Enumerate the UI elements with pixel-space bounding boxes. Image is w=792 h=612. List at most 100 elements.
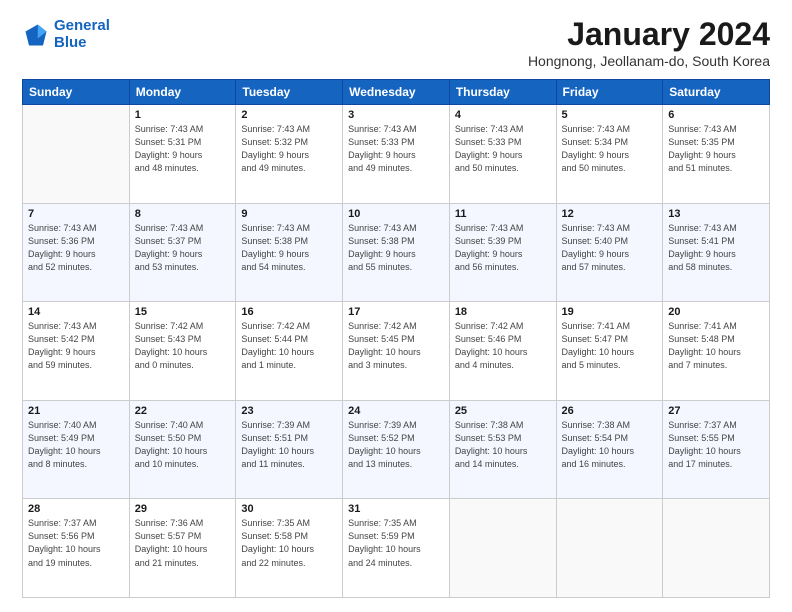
day-number: 8 [135,208,231,220]
day-number: 7 [28,208,124,220]
day-number: 27 [668,405,764,417]
calendar-cell: 13Sunrise: 7:43 AM Sunset: 5:41 PM Dayli… [663,203,770,302]
calendar-cell: 19 Sunrise: 7:41 AM Sunset: 5:47 PM Dayli… [556,302,663,401]
day-number: 14 [28,306,124,318]
day-info: Sunrise: 7:43 AM Sunset: 5:31 PM Dayligh… [135,123,231,175]
day-info: Sunrise: 7:43 AM Sunset: 5:38 PM Dayligh… [348,222,444,274]
day-info: Sunrise: 7:43 AM Sunset: 5:35 PM Dayligh… [668,123,764,175]
day-number: 18 [455,306,551,318]
week-row-4: 21Sunrise: 7:40 AM Sunset: 5:49 PM Dayli… [23,400,770,499]
day-info: Sunrise: 7:41 AM Sunset: 5:47 PM Dayligh… [562,320,658,372]
calendar-cell: 12Sunrise: 7:43 AM Sunset: 5:40 PM Dayli… [556,203,663,302]
day-number: 20 [668,306,764,318]
calendar-cell: 11Sunrise: 7:43 AM Sunset: 5:39 PM Dayli… [449,203,556,302]
calendar-cell: 15 Sunrise: 7:42 AM Sunset: 5:43 PM Dayli… [129,302,236,401]
day-info: Sunrise: 7:35 AM Sunset: 5:58 PM Dayligh… [241,517,337,569]
day-number: 1 [135,109,231,121]
day-info: Sunrise: 7:43 AM Sunset: 5:33 PM Dayligh… [348,123,444,175]
calendar-cell: 28Sunrise: 7:37 AM Sunset: 5:56 PM Dayli… [23,499,130,598]
day-number: 29 [135,503,231,515]
header-row: Sunday Monday Tuesday Wednesday Thursday… [23,80,770,105]
calendar-cell: 14 Sunrise: 7:43 AM Sunset: 5:42 PM Dayli… [23,302,130,401]
day-number: 26 [562,405,658,417]
calendar-cell: 4Sunrise: 7:43 AM Sunset: 5:33 PM Daylig… [449,105,556,204]
col-wednesday: Wednesday [343,80,450,105]
calendar-cell: 8Sunrise: 7:43 AM Sunset: 5:37 PM Daylig… [129,203,236,302]
logo-icon [22,21,50,49]
week-row-5: 28Sunrise: 7:37 AM Sunset: 5:56 PM Dayli… [23,499,770,598]
calendar-cell: 22Sunrise: 7:40 AM Sunset: 5:50 PM Dayli… [129,400,236,499]
day-info: Sunrise: 7:40 AM Sunset: 5:50 PM Dayligh… [135,419,231,471]
day-info: Sunrise: 7:42 AM Sunset: 5:46 PM Dayligh… [455,320,551,372]
day-number: 24 [348,405,444,417]
header: General Blue January 2024 Hongnong, Jeol… [22,18,770,69]
calendar-cell: 26Sunrise: 7:38 AM Sunset: 5:54 PM Dayli… [556,400,663,499]
logo-line1: General [54,17,110,34]
day-number: 30 [241,503,337,515]
col-thursday: Thursday [449,80,556,105]
week-row-1: 1 Sunrise: 7:43 AM Sunset: 5:31 PM Daylig… [23,105,770,204]
calendar-table: Sunday Monday Tuesday Wednesday Thursday… [22,79,770,598]
day-number: 16 [241,306,337,318]
day-info: Sunrise: 7:38 AM Sunset: 5:53 PM Dayligh… [455,419,551,471]
day-info: Sunrise: 7:43 AM Sunset: 5:36 PM Dayligh… [28,222,124,274]
calendar-cell: 20 Sunrise: 7:41 AM Sunset: 5:48 PM Dayli… [663,302,770,401]
calendar-cell [663,499,770,598]
day-number: 5 [562,109,658,121]
location: Hongnong, Jeollanam-do, South Korea [528,53,770,69]
col-sunday: Sunday [23,80,130,105]
day-info: Sunrise: 7:42 AM Sunset: 5:44 PM Dayligh… [241,320,337,372]
calendar-cell: 31 Sunrise: 7:35 AM Sunset: 5:59 PM Dayli… [343,499,450,598]
day-number: 25 [455,405,551,417]
day-number: 15 [135,306,231,318]
day-info: Sunrise: 7:37 AM Sunset: 5:55 PM Dayligh… [668,419,764,471]
title-block: January 2024 Hongnong, Jeollanam-do, Sou… [528,18,770,69]
month-title: January 2024 [528,18,770,50]
calendar-cell: 24 Sunrise: 7:39 AM Sunset: 5:52 PM Dayli… [343,400,450,499]
calendar-cell: 16 Sunrise: 7:42 AM Sunset: 5:44 PM Dayli… [236,302,343,401]
calendar-cell [23,105,130,204]
day-info: Sunrise: 7:41 AM Sunset: 5:48 PM Dayligh… [668,320,764,372]
day-info: Sunrise: 7:39 AM Sunset: 5:51 PM Dayligh… [241,419,337,471]
day-number: 31 [348,503,444,515]
calendar-cell: 7 Sunrise: 7:43 AM Sunset: 5:36 PM Daylig… [23,203,130,302]
day-info: Sunrise: 7:37 AM Sunset: 5:56 PM Dayligh… [28,517,124,569]
calendar-header: Sunday Monday Tuesday Wednesday Thursday… [23,80,770,105]
day-number: 19 [562,306,658,318]
day-number: 3 [348,109,444,121]
calendar-cell: 2 Sunrise: 7:43 AM Sunset: 5:32 PM Daylig… [236,105,343,204]
calendar-cell: 18 Sunrise: 7:42 AM Sunset: 5:46 PM Dayli… [449,302,556,401]
logo: General Blue [22,18,110,51]
calendar-cell [556,499,663,598]
logo-text: General Blue [54,18,110,51]
calendar-cell: 21Sunrise: 7:40 AM Sunset: 5:49 PM Dayli… [23,400,130,499]
day-number: 2 [241,109,337,121]
calendar-cell: 1 Sunrise: 7:43 AM Sunset: 5:31 PM Daylig… [129,105,236,204]
day-number: 23 [241,405,337,417]
week-row-3: 14 Sunrise: 7:43 AM Sunset: 5:42 PM Dayli… [23,302,770,401]
col-friday: Friday [556,80,663,105]
day-number: 9 [241,208,337,220]
day-info: Sunrise: 7:42 AM Sunset: 5:43 PM Dayligh… [135,320,231,372]
day-info: Sunrise: 7:43 AM Sunset: 5:38 PM Dayligh… [241,222,337,274]
page: General Blue January 2024 Hongnong, Jeol… [0,0,792,612]
calendar-cell: 23 Sunrise: 7:39 AM Sunset: 5:51 PM Dayli… [236,400,343,499]
logo-line2: Blue [54,34,87,51]
day-info: Sunrise: 7:43 AM Sunset: 5:34 PM Dayligh… [562,123,658,175]
calendar-cell: 3 Sunrise: 7:43 AM Sunset: 5:33 PM Daylig… [343,105,450,204]
day-info: Sunrise: 7:43 AM Sunset: 5:42 PM Dayligh… [28,320,124,372]
day-info: Sunrise: 7:42 AM Sunset: 5:45 PM Dayligh… [348,320,444,372]
day-info: Sunrise: 7:36 AM Sunset: 5:57 PM Dayligh… [135,517,231,569]
calendar-cell [449,499,556,598]
day-number: 6 [668,109,764,121]
day-info: Sunrise: 7:35 AM Sunset: 5:59 PM Dayligh… [348,517,444,569]
week-row-2: 7 Sunrise: 7:43 AM Sunset: 5:36 PM Daylig… [23,203,770,302]
day-info: Sunrise: 7:43 AM Sunset: 5:32 PM Dayligh… [241,123,337,175]
day-number: 4 [455,109,551,121]
col-monday: Monday [129,80,236,105]
calendar-body: 1 Sunrise: 7:43 AM Sunset: 5:31 PM Daylig… [23,105,770,598]
col-tuesday: Tuesday [236,80,343,105]
day-number: 11 [455,208,551,220]
calendar-cell: 25 Sunrise: 7:38 AM Sunset: 5:53 PM Dayli… [449,400,556,499]
day-info: Sunrise: 7:39 AM Sunset: 5:52 PM Dayligh… [348,419,444,471]
